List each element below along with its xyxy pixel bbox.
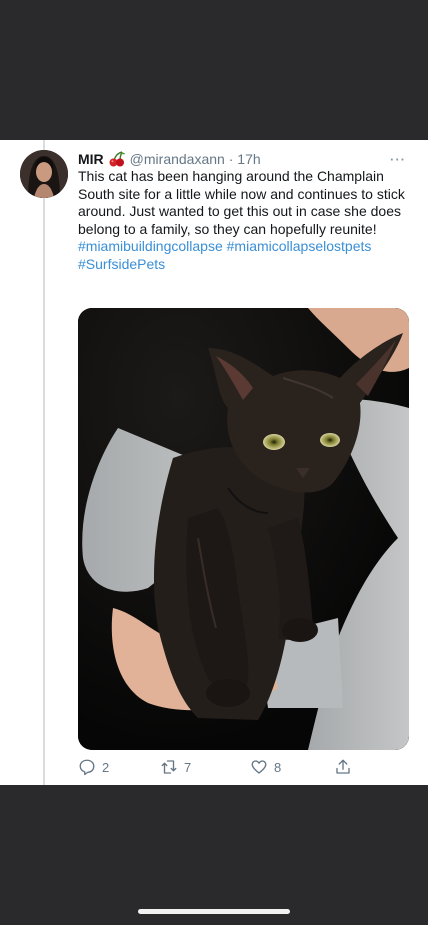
retweet-button[interactable]: 7: [160, 758, 191, 776]
bottom-dark-bar: [0, 785, 428, 925]
tweet-header: MIR @mirandaxann · 17h: [78, 150, 261, 168]
like-count: 8: [274, 759, 282, 775]
thread-line: [43, 140, 45, 785]
avatar[interactable]: [20, 150, 68, 198]
reply-button[interactable]: 2: [78, 758, 109, 776]
tweet-photo[interactable]: [78, 308, 409, 750]
reply-count: 2: [102, 759, 110, 775]
tweet-card[interactable]: MIR @mirandaxann · 17h ··· This cat has …: [0, 140, 428, 785]
reply-icon: [79, 759, 95, 776]
tweet-actions: 2 7 8: [78, 758, 378, 780]
retweet-count: 7: [184, 759, 192, 775]
cherries-emoji: [108, 151, 126, 167]
top-dark-bar: [0, 0, 428, 140]
avatar-image: [20, 150, 68, 198]
home-indicator[interactable]: [138, 909, 290, 914]
user-handle[interactable]: @mirandaxann: [130, 151, 225, 167]
retweet-icon: [161, 760, 177, 774]
timestamp[interactable]: 17h: [237, 151, 260, 167]
cat-photo: [78, 308, 409, 750]
tweet-text: This cat has been hanging around the Cha…: [78, 168, 405, 237]
like-icon: [251, 760, 267, 774]
hashtag-link[interactable]: #SurfsidePets: [78, 256, 165, 272]
hashtag-link[interactable]: #miamibuildingcollapse: [78, 238, 223, 254]
share-button[interactable]: [334, 758, 358, 776]
hashtag-link[interactable]: #miamicollapselostpets: [227, 238, 372, 254]
share-icon: [336, 759, 350, 774]
like-button[interactable]: 8: [250, 758, 281, 776]
display-name[interactable]: MIR: [78, 151, 104, 167]
hashtag-list: #miamibuildingcollapse #miamicollapselos…: [78, 238, 408, 273]
tweet-body: This cat has been hanging around the Cha…: [78, 168, 408, 273]
separator-dot: ·: [228, 151, 234, 167]
more-icon[interactable]: ···: [390, 152, 406, 167]
